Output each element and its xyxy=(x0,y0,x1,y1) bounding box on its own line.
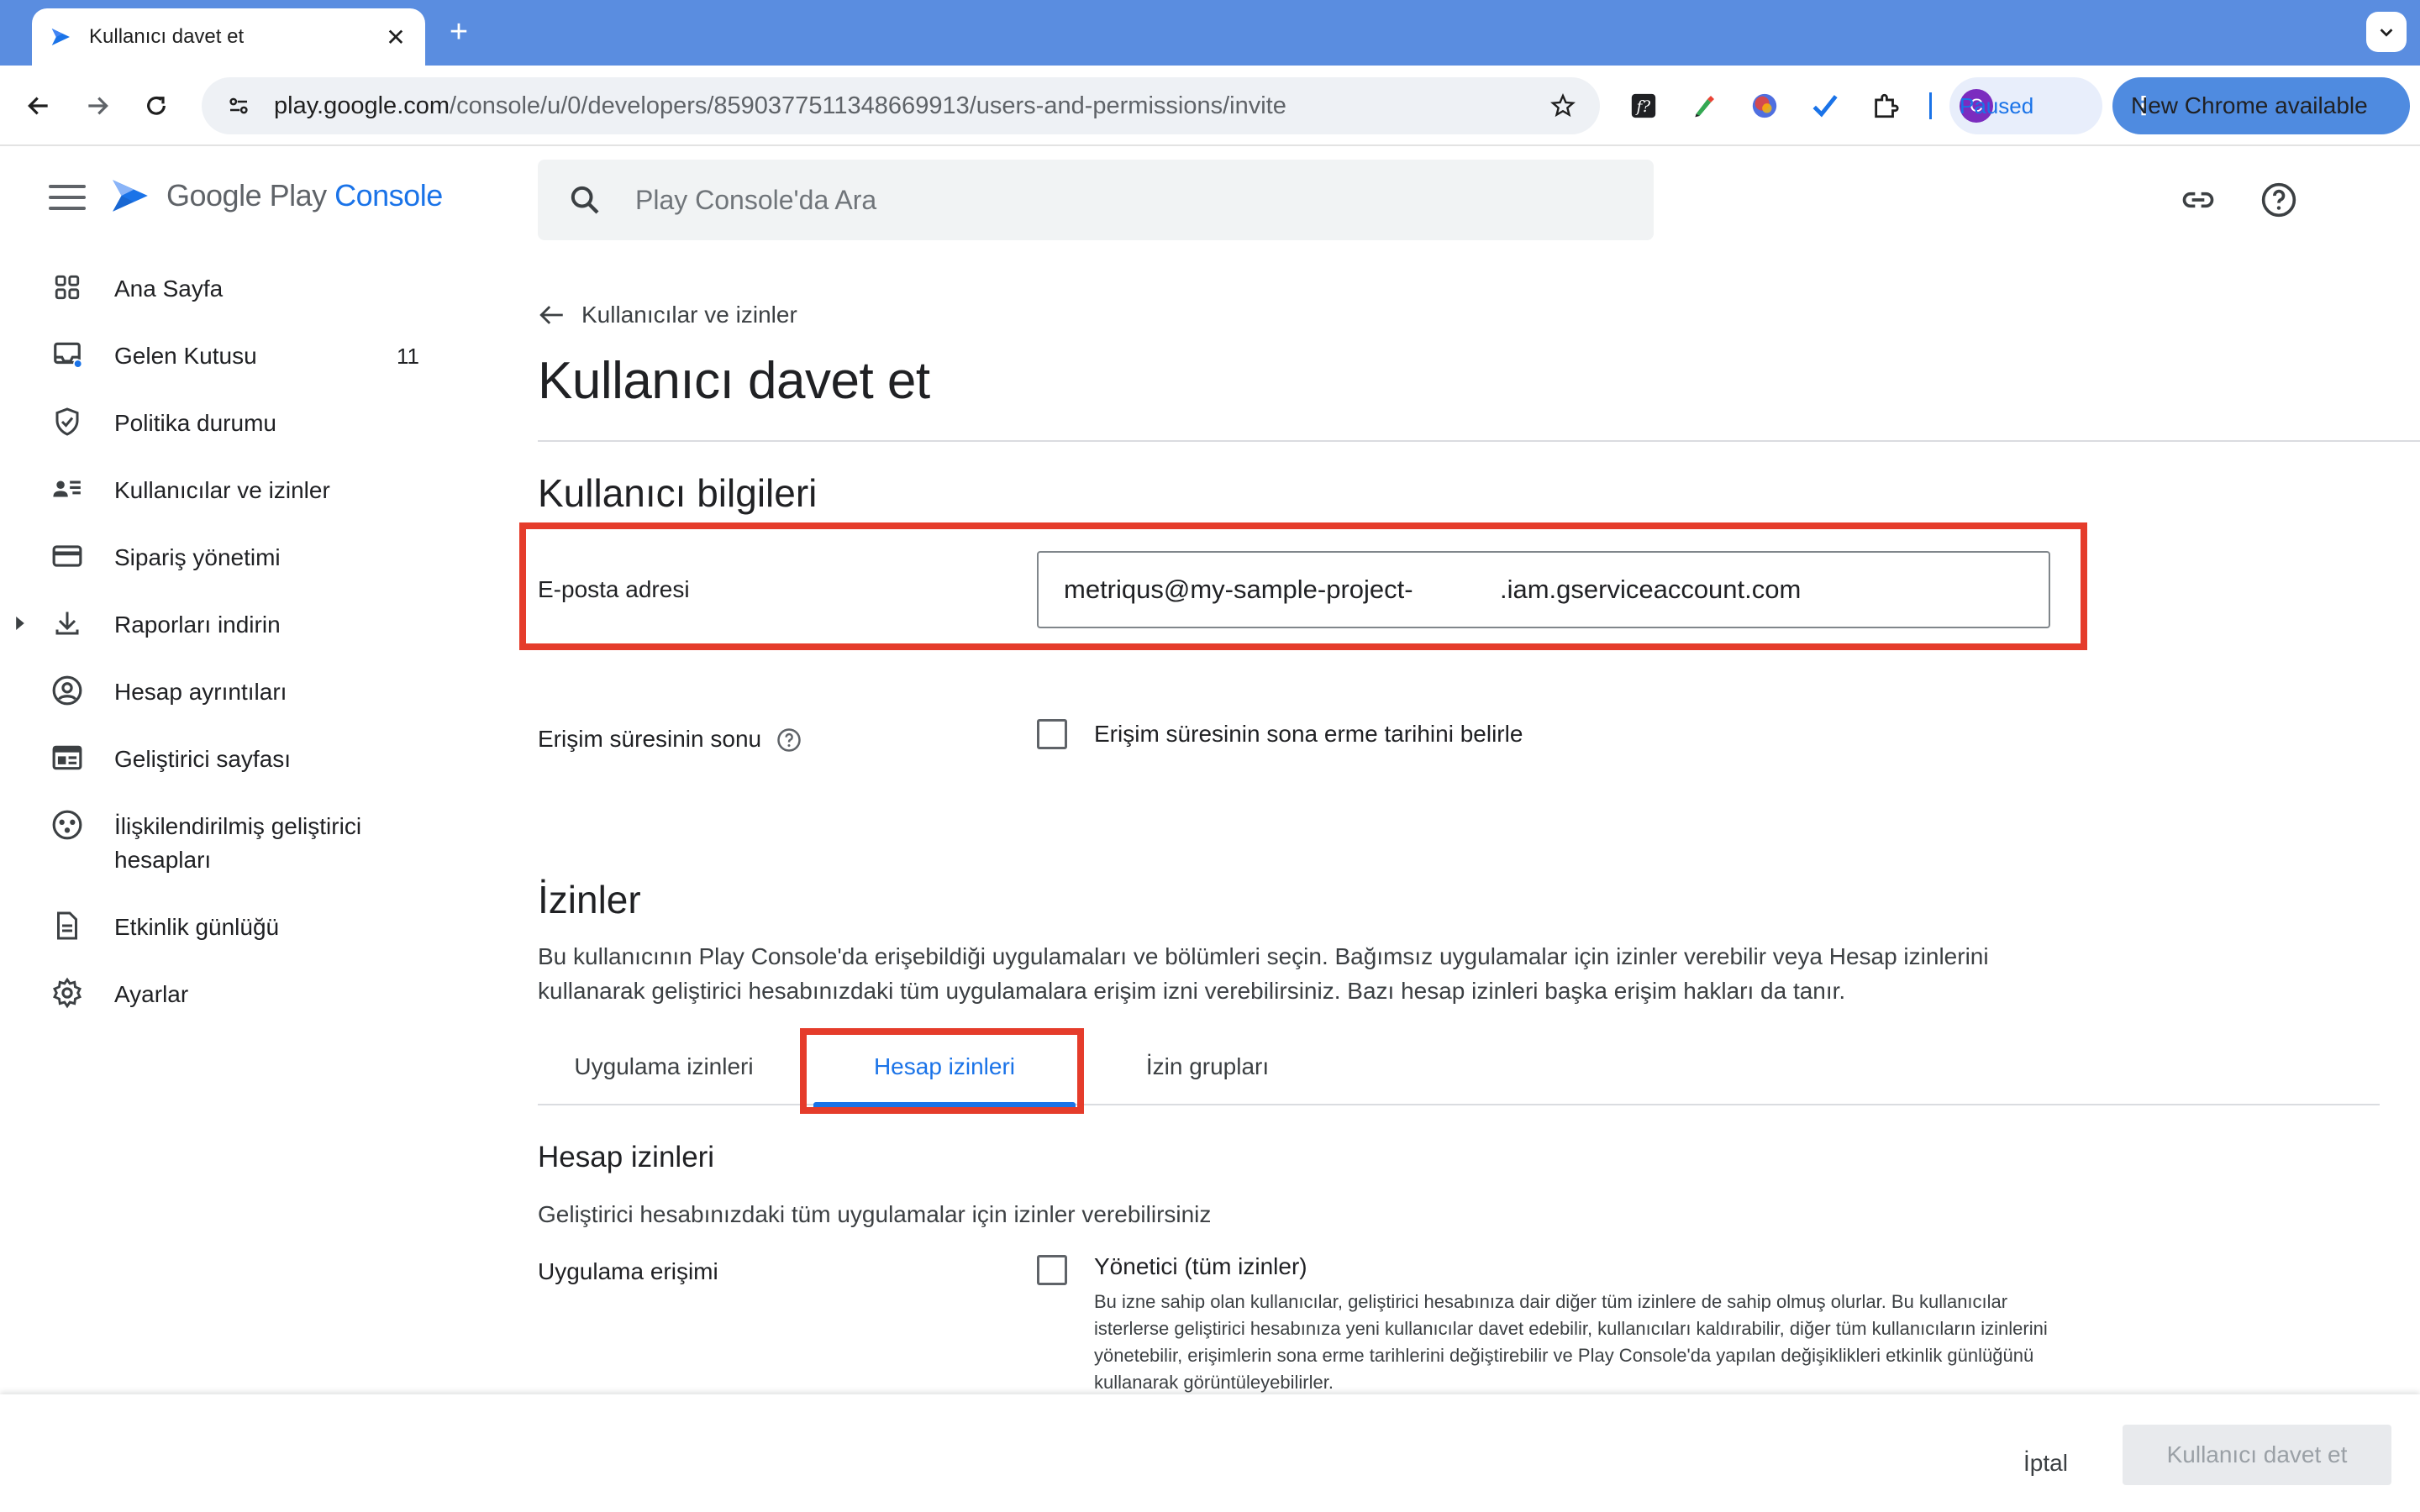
new-tab-plus-icon[interactable]: + xyxy=(440,13,477,50)
manage-accounts-icon xyxy=(49,470,86,507)
forward-arrow-icon[interactable] xyxy=(76,84,119,128)
formula-extension-icon[interactable]: f? xyxy=(1625,87,1662,124)
sidebar-item-label: Politika durumu xyxy=(114,410,276,436)
sidebar-item-label: Ana Sayfa xyxy=(114,276,224,302)
expiry-label: Erişim süresinin sonu xyxy=(538,726,762,752)
play-console-logo-icon xyxy=(113,180,148,212)
profile-status-label: Paused xyxy=(1960,93,2034,118)
search-input[interactable] xyxy=(635,184,1623,216)
credit-card-icon xyxy=(49,538,86,575)
update-label: New Chrome available xyxy=(2131,92,2368,118)
url-host: play.google.com xyxy=(274,92,450,119)
permissions-heading: İzinler xyxy=(538,878,641,921)
console-search-bar[interactable] xyxy=(538,160,1654,240)
browser-tab-strip: Kullanıcı davet et ✕ + xyxy=(0,0,2420,66)
admin-checkbox[interactable] xyxy=(1037,1255,1067,1285)
browser-toolbar: play.google.com/console/u/0/developers/8… xyxy=(0,66,2420,146)
web-page-icon xyxy=(49,739,86,776)
address-bar[interactable]: play.google.com/console/u/0/developers/8… xyxy=(202,77,1600,134)
play-console-favicon-icon xyxy=(51,29,70,45)
profile-paused-chip[interactable]: C Paused xyxy=(1949,77,2102,134)
document-log-icon xyxy=(49,907,86,944)
tab-izin-gruplari[interactable]: İzin grupları xyxy=(1136,1028,1279,1105)
email-field[interactable] xyxy=(1064,575,2023,605)
help-circle-icon[interactable] xyxy=(776,727,802,753)
settings-gear-icon xyxy=(49,974,86,1011)
tab-label: Uygulama izinleri xyxy=(574,1053,754,1079)
sidebar-item-label: Sipariş yönetimi xyxy=(114,544,281,570)
logo-accent: Console xyxy=(334,178,443,213)
pen-extension-icon[interactable] xyxy=(1686,87,1723,124)
search-icon xyxy=(571,186,599,214)
admin-description: Bu izne sahip olan kullanıcılar, gelişti… xyxy=(1094,1291,2048,1393)
chrome-update-button[interactable]: New Chrome available ⋮ xyxy=(2112,77,2410,134)
bookmark-star-icon[interactable] xyxy=(1546,89,1580,123)
account-circle-icon xyxy=(49,672,86,709)
sidebar-item-label: Geliştirici sayfası xyxy=(114,746,292,772)
tab-title: Kullanıcı davet et xyxy=(89,25,245,48)
header-divider xyxy=(538,440,2420,442)
link-icon[interactable] xyxy=(2178,180,2218,220)
expiry-checkbox[interactable] xyxy=(1037,719,1067,749)
sidebar-item-label: Etkinlik günlüğü xyxy=(114,914,280,940)
logo-text: Google Play Console xyxy=(166,178,443,213)
logo-prefix: Google Play xyxy=(166,178,327,213)
account-permissions-heading: Hesap izinleri xyxy=(538,1141,715,1173)
expiry-checkbox-label: Erişim süresinin sona erme tarihini beli… xyxy=(1094,721,1523,747)
sidebar-item-label: İlişkilendirilmiş geliştirici hesapları xyxy=(114,813,362,873)
dashboard-grid-icon xyxy=(49,269,86,306)
cancel-button[interactable]: İptal xyxy=(2007,1438,2085,1488)
inbox-count-badge: 11 xyxy=(397,344,419,369)
permissions-description: Bu kullanıcının Play Console'da erişebil… xyxy=(538,943,1989,1004)
sidebar-item-label: Kullanıcılar ve izinler xyxy=(114,477,330,503)
shield-check-icon xyxy=(49,403,86,440)
page-title: Kullanıcı davet et xyxy=(538,352,930,410)
color-orb-extension-icon[interactable] xyxy=(1746,87,1783,124)
puzzle-extensions-icon[interactable] xyxy=(1867,87,1904,124)
play-console-logo[interactable]: Google Play Console xyxy=(109,175,443,217)
admin-checkbox-label: Yönetici (tüm izinler) xyxy=(1094,1253,1307,1279)
sidebar-item-label: Raporları indirin xyxy=(114,612,281,638)
email-label: E-posta adresi xyxy=(538,576,690,602)
tab-label: İzin grupları xyxy=(1145,1053,1270,1079)
svg-text:f?: f? xyxy=(1635,98,1651,116)
help-icon[interactable] xyxy=(2259,180,2299,220)
breadcrumb-back-link[interactable]: Kullanıcılar ve izinler xyxy=(538,301,797,329)
checkmark-extension-icon[interactable] xyxy=(1807,87,1844,124)
email-field-container[interactable] xyxy=(1037,551,2050,628)
sidebar-item-label: Ayarlar xyxy=(114,981,189,1007)
hamburger-menu-icon[interactable] xyxy=(49,185,86,215)
tab-highlight-box xyxy=(800,1028,1084,1114)
toolbar-separator xyxy=(1929,92,1932,119)
account-permissions-description: Geliştirici hesabınızdaki tüm uygulamala… xyxy=(538,1201,1212,1227)
tab-close-icon[interactable]: ✕ xyxy=(383,24,408,51)
inbox-icon xyxy=(49,336,86,373)
expand-caret-icon[interactable] xyxy=(13,615,27,632)
reload-icon[interactable] xyxy=(134,84,178,128)
app-access-label: Uygulama erişimi xyxy=(538,1258,718,1284)
invite-user-button[interactable]: Kullanıcı davet et xyxy=(2123,1425,2391,1485)
site-settings-icon[interactable] xyxy=(222,89,255,123)
back-arrow-icon xyxy=(539,306,563,324)
linked-accounts-icon xyxy=(49,806,86,843)
sidebar-item-label: Hesap ayrıntıları xyxy=(114,679,287,705)
download-icon xyxy=(49,605,86,642)
sidebar-item-label: Gelen Kutusu xyxy=(114,343,257,369)
tab-uygulama-izinleri[interactable]: Uygulama izinleri xyxy=(571,1028,756,1105)
tab-search-chevron-icon[interactable] xyxy=(2366,12,2407,52)
user-info-heading: Kullanıcı bilgileri xyxy=(538,471,818,515)
url-text: play.google.com/console/u/0/developers/8… xyxy=(274,92,1546,120)
back-arrow-icon[interactable] xyxy=(17,84,60,128)
action-footer: İptal Kullanıcı davet et xyxy=(0,1394,2420,1512)
browser-tab-active[interactable]: Kullanıcı davet et ✕ xyxy=(32,8,425,66)
url-path: /console/u/0/developers/8590377511348669… xyxy=(450,92,1286,119)
breadcrumb-label: Kullanıcılar ve izinler xyxy=(581,302,797,328)
